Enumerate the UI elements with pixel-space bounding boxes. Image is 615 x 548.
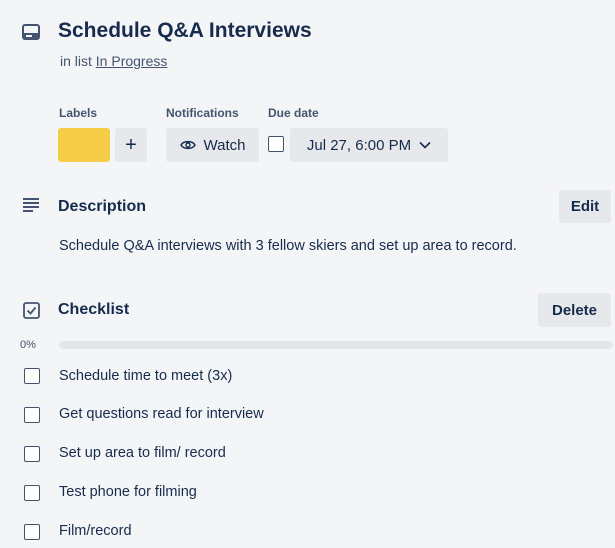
checklist-item-checkbox[interactable]: [24, 407, 40, 423]
card-icon: [22, 24, 40, 40]
delete-checklist-button[interactable]: Delete: [538, 293, 611, 327]
due-date-button[interactable]: Jul 27, 6:00 PM: [290, 128, 448, 162]
list-link[interactable]: In Progress: [96, 53, 168, 69]
add-label-button[interactable]: +: [115, 128, 147, 162]
label-chip-yellow[interactable]: [58, 128, 110, 162]
checklist-item-text[interactable]: Schedule time to meet (3x): [59, 368, 232, 384]
card-title[interactable]: Schedule Q&A Interviews: [58, 19, 312, 43]
due-date-heading: Due date: [268, 106, 319, 120]
checklist-item-text[interactable]: Get questions read for interview: [59, 406, 264, 422]
edit-description-button[interactable]: Edit: [559, 190, 611, 223]
checklist-item-text[interactable]: Set up area to film/ record: [59, 445, 226, 461]
in-list-prefix: in list: [60, 53, 92, 69]
checklist-item-checkbox[interactable]: [24, 368, 40, 384]
due-date-complete-checkbox[interactable]: [268, 136, 284, 152]
checklist-item-checkbox[interactable]: [24, 446, 40, 462]
checklist-item-checkbox[interactable]: [24, 524, 40, 540]
checklist-item-text[interactable]: Film/record: [59, 523, 132, 539]
checkbox-checked-icon: [23, 302, 40, 319]
checklist-item-text[interactable]: Test phone for filming: [59, 484, 197, 500]
watch-button[interactable]: Watch: [166, 128, 259, 162]
watch-label: Watch: [203, 136, 246, 154]
notifications-heading: Notifications: [166, 106, 239, 120]
checklist-heading[interactable]: Checklist: [58, 301, 129, 319]
checklist-item-checkbox[interactable]: [24, 485, 40, 501]
labels-heading: Labels: [59, 106, 98, 120]
list-info: in list In Progress: [60, 53, 167, 69]
checklist-progress-bar: [59, 341, 613, 349]
description-heading: Description: [58, 198, 147, 215]
chevron-down-icon: [419, 141, 431, 149]
checklist-progress-percent: 0%: [20, 339, 36, 351]
due-date-value: Jul 27, 6:00 PM: [306, 136, 412, 154]
text-lines-icon: [23, 198, 39, 212]
description-text[interactable]: Schedule Q&A interviews with 3 fellow sk…: [59, 238, 517, 254]
eye-icon: [179, 140, 196, 150]
